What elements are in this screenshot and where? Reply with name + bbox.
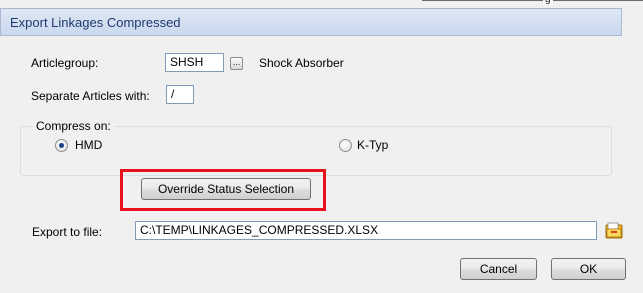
title-bar: Export Linkages Compressed — [0, 8, 622, 36]
folder-open-icon[interactable] — [605, 222, 623, 240]
export-dialog: g Export Linkages Compressed Articlegrou… — [0, 0, 643, 293]
articlegroup-input[interactable]: SHSH — [165, 53, 224, 72]
hmd-radio-dot — [59, 143, 64, 148]
cancel-button[interactable]: Cancel — [460, 258, 537, 280]
articlegroup-description: Shock Absorber — [259, 56, 344, 70]
ok-button[interactable]: OK — [551, 258, 626, 280]
separator-input[interactable]: / — [166, 85, 194, 104]
background-line — [422, 0, 643, 1]
hmd-label[interactable]: HMD — [75, 138, 102, 152]
separate-articles-label: Separate Articles with: — [31, 89, 150, 103]
override-status-button[interactable]: Override Status Selection — [141, 178, 311, 200]
ktyp-label[interactable]: K-Typ — [357, 138, 388, 152]
articlegroup-browse-button[interactable]: ... — [230, 57, 243, 70]
compress-on-title: Compress on: — [33, 119, 114, 133]
export-file-input[interactable]: C:\TEMP\LINKAGES_COMPRESSED.XLSX — [135, 221, 597, 240]
ktyp-radio[interactable] — [339, 139, 352, 152]
export-file-label: Export to file: — [32, 225, 103, 239]
background-text: g — [543, 0, 553, 5]
dialog-title: Export Linkages Compressed — [10, 15, 181, 30]
articlegroup-label: Articlegroup: — [31, 56, 99, 70]
hmd-radio[interactable] — [55, 139, 68, 152]
